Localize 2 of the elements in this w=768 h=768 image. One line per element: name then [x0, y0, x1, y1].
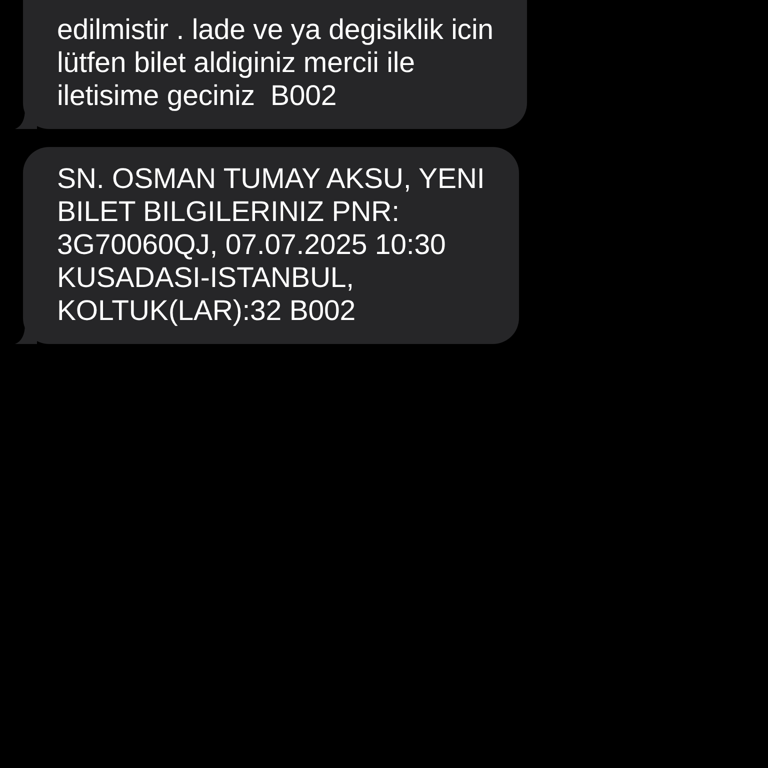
- message-text: SN. OSMAN TUMAY AKSU, YENI BILET BILGILERINIZ PNR: 3G70060QJ, 07.07.2025 10:30 KUSADASI-ISTANBUL, KOLTUK(LAR):32 B002: [57, 163, 485, 328]
- message-text: edilmistir . lade ve ya degisiklik icin lütfen bilet aldiginiz mercii ile iletisime geciniz B002: [57, 14, 494, 113]
